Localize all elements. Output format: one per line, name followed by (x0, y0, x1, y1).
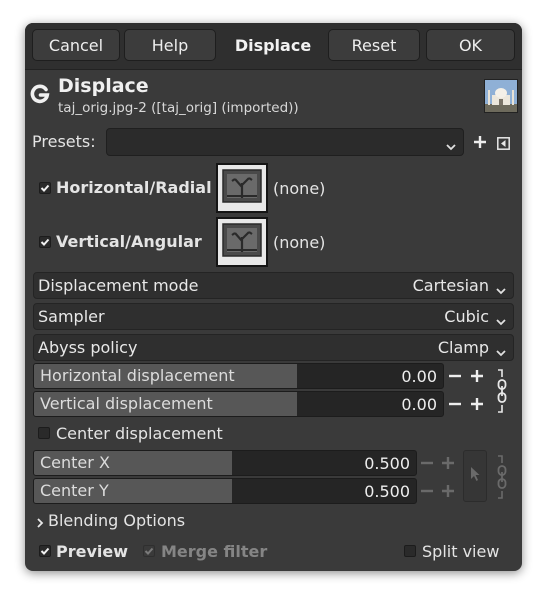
center-x-slider[interactable]: Center X 0.500 (33, 450, 417, 476)
displacement-mode-label: Displacement mode (38, 276, 199, 295)
abyss-policy-label: Abyss policy (38, 338, 138, 357)
help-button[interactable]: Help (124, 29, 216, 61)
preset-menu-icon[interactable] (497, 135, 510, 154)
minus-icon (418, 480, 436, 502)
dialog-title: Displace (234, 35, 312, 55)
merge-filter-label: Merge filter (161, 542, 268, 561)
vertical-displacement-slider[interactable]: Vertical displacement 0.00 (33, 391, 444, 417)
center-y-value: 0.500 (364, 482, 410, 501)
filter-title: Displace (58, 75, 149, 97)
center-displacement-label: Center displacement (56, 424, 223, 443)
plus-icon[interactable] (468, 365, 486, 387)
horizontal-radial-label: Horizontal/Radial (56, 178, 212, 197)
center-x-label: Center X (40, 453, 110, 472)
reset-button[interactable]: Reset (328, 29, 420, 61)
image-placeholder-icon (222, 169, 262, 207)
filter-subtitle: taj_orig.jpg-2 ([taj_orig] (imported)) (58, 100, 299, 116)
chain-link-icon[interactable] (495, 368, 509, 418)
merge-filter-checkbox (143, 545, 155, 557)
preview-label: Preview (56, 542, 129, 561)
chevron-right-icon[interactable] (36, 514, 44, 533)
minus-icon[interactable] (446, 365, 464, 387)
horizontal-map-picker[interactable] (216, 163, 268, 213)
vertical-displacement-value: 0.00 (401, 395, 437, 414)
vertical-displacement-label: Vertical displacement (40, 394, 213, 413)
horizontal-displacement-label: Horizontal displacement (40, 366, 235, 385)
cancel-button[interactable]: Cancel (32, 29, 120, 61)
blending-options-toggle[interactable]: Blending Options (48, 511, 185, 530)
presets-label: Presets: (32, 132, 96, 151)
minus-icon (418, 452, 436, 474)
chain-link-icon (495, 454, 509, 504)
preview-checkbox[interactable] (39, 545, 51, 557)
header-bar: Cancel Help Displace Reset OK (25, 23, 522, 70)
pointer-icon (469, 466, 481, 486)
image-thumbnail (484, 79, 518, 113)
abyss-policy-value: Clamp (437, 338, 489, 357)
presets-dropdown[interactable] (106, 128, 464, 156)
ok-button[interactable]: OK (426, 29, 515, 61)
displacement-mode-value: Cartesian (412, 276, 489, 295)
vertical-map-picker[interactable] (216, 217, 268, 267)
displacement-mode-dropdown[interactable]: Displacement mode Cartesian (33, 272, 514, 299)
plus-icon (439, 452, 457, 474)
horizontal-displacement-value: 0.00 (401, 367, 437, 386)
chevron-down-icon (495, 343, 507, 362)
plus-icon[interactable] (468, 393, 486, 415)
gegl-icon (30, 84, 50, 104)
sampler-value: Cubic (444, 307, 489, 326)
minus-icon[interactable] (446, 393, 464, 415)
abyss-policy-dropdown[interactable]: Abyss policy Clamp (33, 334, 514, 361)
image-placeholder-icon (222, 223, 262, 261)
horizontal-map-value: (none) (273, 179, 326, 198)
sampler-dropdown[interactable]: Sampler Cubic (33, 303, 514, 330)
center-x-value: 0.500 (364, 454, 410, 473)
center-y-slider[interactable]: Center Y 0.500 (33, 478, 417, 504)
pick-center-button[interactable] (463, 450, 487, 502)
displace-dialog: Cancel Help Displace Reset OK Displace t… (25, 23, 522, 571)
vertical-map-value: (none) (273, 233, 326, 252)
chevron-down-icon (495, 312, 507, 331)
center-displacement-checkbox[interactable] (38, 427, 50, 439)
sampler-label: Sampler (38, 307, 105, 326)
split-view-label: Split view (422, 542, 500, 561)
vertical-angular-checkbox[interactable] (39, 236, 51, 248)
horizontal-radial-checkbox[interactable] (39, 182, 51, 194)
vertical-angular-label: Vertical/Angular (56, 232, 202, 251)
center-y-label: Center Y (40, 481, 109, 500)
plus-icon (439, 480, 457, 502)
add-preset-icon[interactable] (473, 134, 487, 153)
horizontal-displacement-slider[interactable]: Horizontal displacement 0.00 (33, 363, 444, 389)
chevron-down-icon (495, 281, 507, 300)
split-view-checkbox[interactable] (404, 545, 416, 557)
chevron-down-icon (445, 137, 457, 156)
